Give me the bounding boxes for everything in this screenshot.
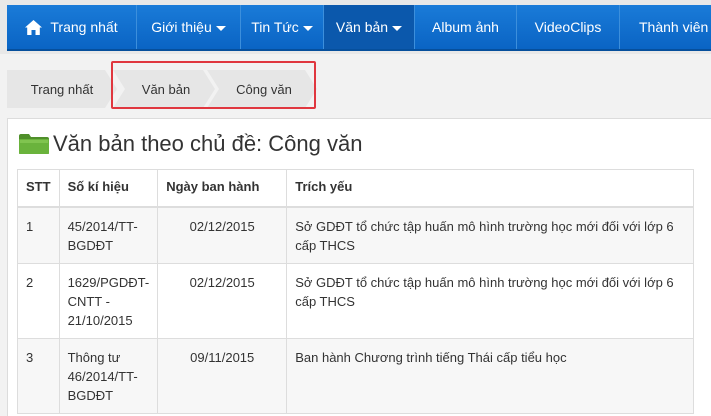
table-header-row: STT Số kí hiệu Ngày ban hành Trích yếu (17, 169, 694, 208)
nav-item-members[interactable]: Thành viên (620, 5, 711, 49)
nav-item-label: Giới thiệu (151, 19, 212, 35)
cell-summary-link[interactable]: Ban hành Chương trình tiếng Thái cấp tiể… (286, 338, 694, 414)
cell-stt: 2 (17, 263, 60, 339)
caret-down-icon (392, 25, 403, 31)
cell-summary-link[interactable]: Sở GDĐT tổ chức tập huấn mô hình trường … (286, 263, 694, 339)
cell-issue-date: 09/11/2015 (157, 338, 288, 414)
folder-icon (19, 134, 49, 154)
main-menu: Trang nhất Giới thiệu Tin Tức Văn bản Al… (7, 5, 711, 51)
column-header-summary[interactable]: Trích yếu (286, 169, 694, 208)
content-panel: Văn bản theo chủ đề: Công văn STT Số kí … (7, 118, 711, 416)
nav-item-news[interactable]: Tin Tức (241, 5, 324, 49)
cell-stt: 1 (17, 206, 60, 264)
nav-item-label: Trang nhất (50, 19, 118, 35)
column-header-stt[interactable]: STT (17, 169, 60, 208)
breadcrumb-label: Trang nhất (30, 81, 94, 97)
cell-document-number[interactable]: Thông tư 46/2014/TT-BGDĐT (58, 338, 159, 414)
table-row: 3 Thông tư 46/2014/TT-BGDĐT 09/11/2015 B… (17, 338, 694, 414)
caret-down-icon (215, 25, 226, 31)
documents-table: STT Số kí hiệu Ngày ban hành Trích yếu 1… (17, 169, 694, 414)
nav-item-album[interactable]: Album ảnh (415, 5, 517, 49)
breadcrumb-item-home[interactable]: Trang nhất (7, 70, 117, 108)
nav-item-documents[interactable]: Văn bản (324, 5, 415, 49)
cell-document-number[interactable]: 1629/PGDĐT-CNTT - 21/10/2015 (58, 263, 159, 339)
top-navigation: Trang nhất Giới thiệu Tin Tức Văn bản Al… (0, 0, 711, 54)
cell-issue-date: 02/12/2015 (157, 263, 288, 339)
table-row: 2 1629/PGDĐT-CNTT - 21/10/2015 02/12/201… (17, 263, 694, 339)
nav-item-about[interactable]: Giới thiệu (137, 5, 241, 49)
home-icon (25, 19, 43, 35)
page-title: Văn bản theo chủ đề: Công văn (18, 131, 362, 157)
column-header-issue-date[interactable]: Ngày ban hành (157, 169, 288, 208)
cell-summary-link[interactable]: Sở GDĐT tổ chức tập huấn mô hình trường … (286, 206, 694, 264)
table-row: 1 45/2014/TT-BGDĐT 02/12/2015 Sở GDĐT tổ… (17, 206, 694, 264)
nav-item-home[interactable]: Trang nhất (7, 5, 137, 49)
caret-down-icon (302, 25, 313, 31)
cell-stt: 3 (17, 338, 60, 414)
nav-item-videoclips[interactable]: VideoClips (517, 5, 620, 49)
cell-document-number[interactable]: 45/2014/TT-BGDĐT (58, 206, 159, 264)
nav-item-label: Văn bản (335, 19, 389, 35)
nav-item-label: Tin Tức (251, 19, 299, 35)
nav-item-label: Album ảnh (432, 19, 499, 35)
column-header-document-number[interactable]: Số kí hiệu (58, 169, 159, 208)
nav-item-label: Thành viên (639, 19, 709, 35)
page-title-text: Văn bản theo chủ đề: Công văn (53, 131, 363, 156)
cell-issue-date: 02/12/2015 (157, 206, 288, 264)
nav-item-label: VideoClips (534, 19, 602, 35)
highlight-annotation-box (111, 61, 316, 109)
